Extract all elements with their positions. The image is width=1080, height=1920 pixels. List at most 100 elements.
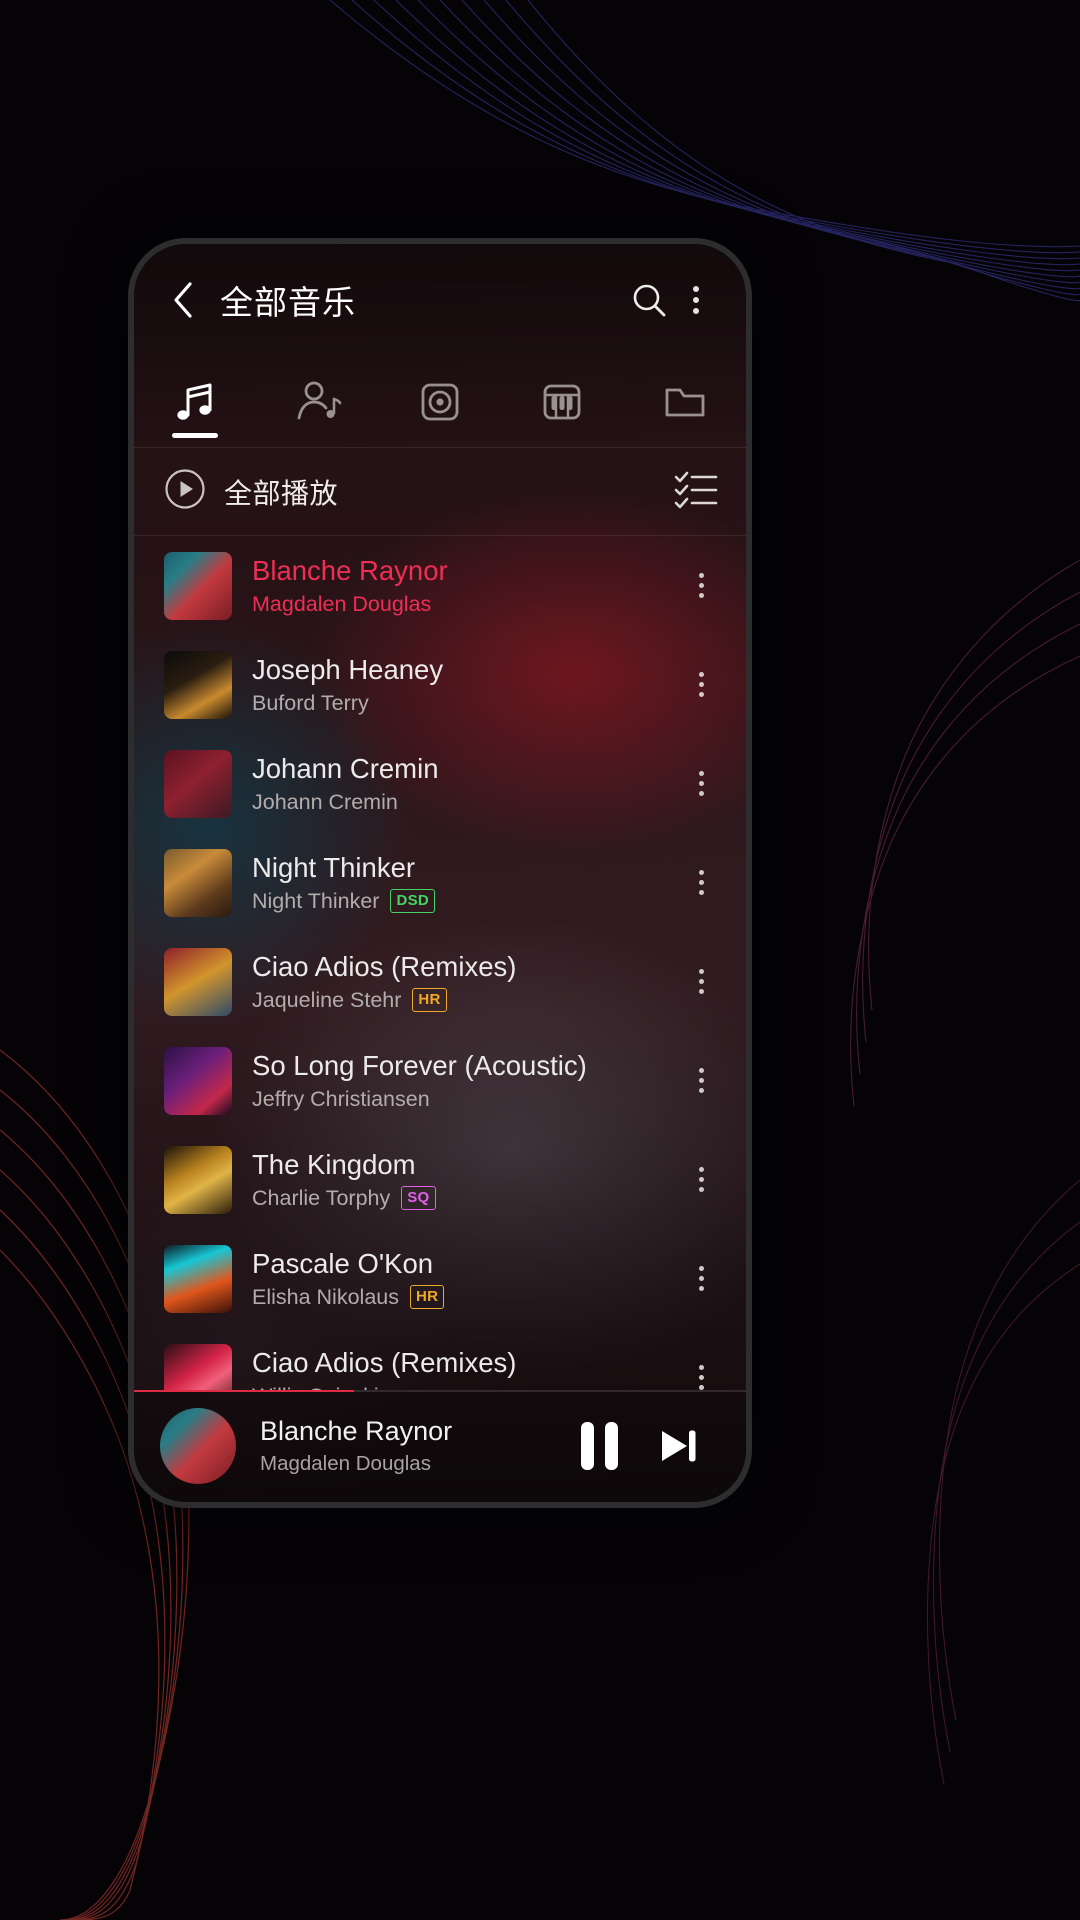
more-vertical-icon [698,969,704,994]
song-row[interactable]: Johann Cremin Johann Cremin [134,734,746,833]
artwork-image [164,947,232,1016]
song-list[interactable]: Blanche Raynor Magdalen Douglas Joseph Hea… [134,536,746,1390]
song-artist: Magdalen Douglas [252,591,432,616]
song-row[interactable]: The Kingdom Charlie Torphy SQ [134,1130,746,1229]
back-button[interactable] [160,277,206,323]
song-meta: Night Thinker Night Thinker DSD [252,851,678,914]
pause-button[interactable] [560,1407,638,1485]
phone-screen: 全部音乐 全部播放 Blanche Raynor Magdalen Dougla… [134,244,746,1502]
artwork-image [164,848,232,917]
search-button[interactable] [622,273,676,327]
quality-badge: HR [412,988,447,1013]
song-more-button[interactable] [678,672,724,697]
song-artwork [164,1145,232,1214]
song-artwork [164,650,232,719]
playback-progress-bar[interactable] [134,1390,746,1392]
folder-icon [660,377,710,427]
song-subline: Jaqueline Stehr HR [252,988,678,1013]
play-all-label: 全部播放 [224,477,339,509]
song-artwork [164,749,232,818]
song-row[interactable]: Night Thinker Night Thinker DSD [134,833,746,932]
song-subline: Magdalen Douglas [252,592,678,617]
song-subline: Jeffry Christiansen [252,1087,678,1112]
quality-badge: DSD [390,889,436,914]
song-title: Night Thinker [252,852,416,884]
song-meta: Pascale O'Kon Elisha Nikolaus HR [252,1247,678,1310]
category-tab-bar [134,356,746,448]
song-meta: Johann Cremin Johann Cremin [252,752,678,815]
song-artist: Jaqueline Stehr [252,987,402,1012]
artwork-image [164,1046,232,1115]
now-playing-artist: Magdalen Douglas [260,1452,431,1475]
song-meta: Ciao Adios (Remixes)Willis Osinski [252,1346,678,1390]
song-subline: Johann Cremin [252,790,678,815]
song-title: Joseph Heaney [252,654,444,686]
song-meta: Joseph Heaney Buford Terry [252,653,678,716]
now-playing-artwork[interactable] [160,1408,236,1484]
tab-artists[interactable] [256,356,378,447]
song-artist: Buford Terry [252,690,369,715]
tab-folders[interactable] [624,356,746,447]
quality-badge: SQ [401,1186,436,1211]
song-title: Ciao Adios (Remixes) [252,951,517,983]
song-more-button[interactable] [678,870,724,895]
header-more-button[interactable] [676,273,716,327]
song-title: So Long Forever (Acoustic) [252,1050,587,1082]
now-playing-bar[interactable]: Blanche Raynor Magdalen Douglas [134,1390,746,1502]
song-row[interactable]: Ciao Adios (Remixes)Willis Osinski [134,1328,746,1390]
page-title: 全部音乐 [220,284,356,321]
multi-select-button[interactable] [674,469,718,514]
song-meta: So Long Forever (Acoustic) Jeffry Christi… [252,1049,678,1112]
song-subline: Elisha Nikolaus HR [252,1285,678,1310]
song-more-button[interactable] [678,969,724,994]
play-circle-icon [164,468,206,515]
song-artist: Elisha Nikolaus [252,1284,399,1309]
more-vertical-icon [698,1167,704,1192]
song-artwork [164,1343,232,1390]
more-vertical-icon [698,1266,704,1291]
song-row[interactable]: Blanche Raynor Magdalen Douglas [134,536,746,635]
tab-genres[interactable] [501,356,623,447]
quality-badge: HR [409,1285,445,1310]
playback-progress-fill [134,1390,355,1392]
song-artwork [164,848,232,917]
more-vertical-icon [698,1365,704,1390]
song-more-button[interactable] [678,1068,724,1093]
song-title: Blanche Raynor [252,555,448,587]
song-row[interactable]: Joseph Heaney Buford Terry [134,635,746,734]
song-artwork [164,551,232,620]
song-row[interactable]: So Long Forever (Acoustic) Jeffry Christi… [134,1031,746,1130]
search-icon [633,284,666,317]
skip-next-icon [662,1430,696,1462]
more-vertical-icon [698,771,704,796]
more-vertical-icon [693,286,699,314]
artwork-image [164,1244,232,1313]
pause-icon [580,1422,618,1470]
now-playing-meta: Blanche Raynor Magdalen Douglas [260,1416,560,1476]
album-disc-icon [415,377,465,427]
song-meta: Ciao Adios (Remixes) Jaqueline Stehr HR [252,950,678,1013]
song-title: The Kingdom [252,1149,416,1181]
song-more-button[interactable] [678,1365,724,1390]
tab-albums[interactable] [379,356,501,447]
next-track-button[interactable] [638,1407,716,1485]
song-row[interactable]: Pascale O'Kon Elisha Nikolaus HR [134,1229,746,1328]
piano-icon [537,377,587,427]
song-more-button[interactable] [678,1167,724,1192]
song-more-button[interactable] [678,1266,724,1291]
now-playing-title: Blanche Raynor [260,1416,453,1446]
play-all-row[interactable]: 全部播放 [134,448,746,536]
song-artwork [164,947,232,1016]
song-subline: Charlie Torphy SQ [252,1186,678,1211]
song-more-button[interactable] [678,573,724,598]
multi-select-icon [674,471,718,509]
tab-songs[interactable] [134,356,256,447]
song-subline: Night Thinker DSD [252,889,678,914]
song-more-button[interactable] [678,771,724,796]
more-vertical-icon [698,1068,704,1093]
app-header: 全部音乐 [134,244,746,356]
song-artist: Night Thinker [252,888,380,913]
song-row[interactable]: Ciao Adios (Remixes) Jaqueline Stehr HR [134,932,746,1031]
music-note-icon [170,377,220,427]
more-vertical-icon [698,870,704,895]
